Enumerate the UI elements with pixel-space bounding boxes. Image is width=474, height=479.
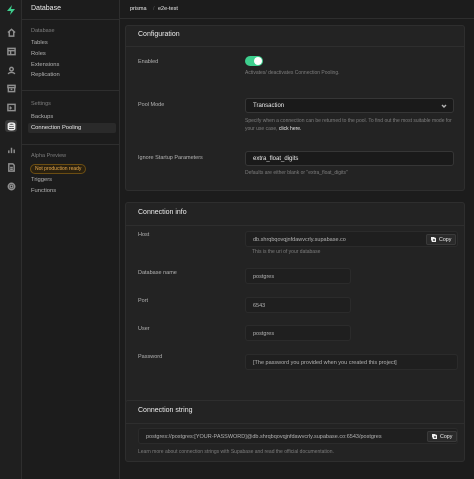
database-name-field[interactable]: postgres xyxy=(245,268,351,284)
main-content: Configuration Enabled Activates/ deactiv… xyxy=(120,20,474,479)
pool-mode-select[interactable]: Transaction xyxy=(245,98,454,113)
database-side-menu: Database Database Tables Roles Extension… xyxy=(22,0,120,479)
connection-info-panel: Connection info Host db.shrqbqovqjnfdawv… xyxy=(125,202,465,404)
copy-host-button[interactable]: Copy xyxy=(426,234,457,245)
menu-title: Database xyxy=(31,5,61,12)
supabase-logo-icon[interactable] xyxy=(5,4,17,16)
breadcrumb-project[interactable]: e2e-test xyxy=(158,6,178,12)
connection-string-panel: Connection string postgres://postgres:[Y… xyxy=(125,400,465,462)
chevron-down-icon xyxy=(441,103,447,109)
logs-icon[interactable] xyxy=(5,161,17,173)
copy-host-label: Copy xyxy=(439,236,452,243)
pool-mode-help-link[interactable]: click here. xyxy=(279,126,302,132)
menu-item-triggers[interactable]: Triggers xyxy=(31,177,52,183)
configuration-title: Configuration xyxy=(138,31,180,38)
copy-connection-string-button[interactable]: Copy xyxy=(427,431,458,442)
panel-divider xyxy=(126,46,464,47)
connection-string-help: Learn more about connection strings with… xyxy=(138,449,334,455)
menu-item-extensions[interactable]: Extensions xyxy=(31,62,59,68)
menu-divider xyxy=(22,144,120,145)
enabled-toggle[interactable] xyxy=(245,56,263,66)
menu-item-functions[interactable]: Functions xyxy=(31,188,56,194)
table-editor-icon[interactable] xyxy=(5,45,17,57)
menu-section-alpha-preview: Alpha Preview xyxy=(31,153,67,159)
configuration-panel: Configuration Enabled Activates/ deactiv… xyxy=(125,25,465,191)
menu-divider xyxy=(22,90,120,91)
menu-section-database: Database xyxy=(31,28,55,34)
menu-item-connection-pooling[interactable]: Connection Pooling xyxy=(28,123,116,133)
storage-icon[interactable] xyxy=(5,82,17,94)
copy-icon xyxy=(432,434,437,439)
ignore-startup-parameters-help: Defaults are either blank or "extra_floa… xyxy=(245,170,348,176)
pool-mode-help-text: Specify when a connection can be returne… xyxy=(245,118,452,132)
enabled-help: Activates/ deactivates Connection Poolin… xyxy=(245,70,340,76)
menu-item-replication[interactable]: Replication xyxy=(31,72,60,78)
ignore-startup-parameters-input[interactable]: extra_float_digits xyxy=(245,151,454,166)
menu-item-roles[interactable]: Roles xyxy=(31,51,46,57)
not-production-ready-badge: Not production ready xyxy=(30,164,87,174)
database-name-label: Database name xyxy=(138,270,177,276)
breadcrumb-org[interactable]: prisma xyxy=(130,6,147,12)
home-icon[interactable] xyxy=(5,26,17,38)
port-field[interactable]: 6543 xyxy=(245,297,351,313)
breadcrumb: prisma / e2e-test xyxy=(120,0,474,19)
connection-string-field[interactable]: postgres://postgres:[YOUR-PASSWORD]@db.s… xyxy=(138,428,458,444)
user-label: User xyxy=(138,326,150,332)
connection-info-title: Connection info xyxy=(138,209,187,216)
settings-gear-icon[interactable] xyxy=(5,180,17,192)
menu-section-settings: Settings xyxy=(31,101,51,107)
panel-divider xyxy=(126,225,464,226)
menu-header-divider xyxy=(22,19,120,20)
copy-icon xyxy=(431,237,436,242)
sql-editor-icon[interactable] xyxy=(5,101,17,113)
panel-divider xyxy=(126,423,464,424)
copy-connection-string-label: Copy xyxy=(440,433,453,440)
users-icon[interactable] xyxy=(5,64,17,76)
pool-mode-help: Specify when a connection can be returne… xyxy=(245,117,459,133)
database-icon[interactable] xyxy=(5,120,17,132)
password-field[interactable]: [The password you provided when you crea… xyxy=(245,354,458,370)
password-label: Password xyxy=(138,354,163,360)
ignore-startup-parameters-label: Ignore Startup Parameters xyxy=(138,155,203,161)
menu-item-tables[interactable]: Tables xyxy=(31,40,48,46)
reports-icon[interactable] xyxy=(5,143,17,155)
menu-item-backups[interactable]: Backups xyxy=(31,114,53,120)
pool-mode-value: Transaction xyxy=(253,103,285,109)
host-label: Host xyxy=(138,232,150,238)
pool-mode-label: Pool Mode xyxy=(138,102,165,108)
connection-string-title: Connection string xyxy=(138,407,193,414)
port-label: Port xyxy=(138,298,149,304)
host-help: This is the uri of your database xyxy=(252,249,321,255)
breadcrumb-separator: / xyxy=(153,6,155,12)
icon-rail xyxy=(0,0,22,479)
user-field[interactable]: postgres xyxy=(245,325,351,341)
enabled-label: Enabled xyxy=(138,59,159,65)
